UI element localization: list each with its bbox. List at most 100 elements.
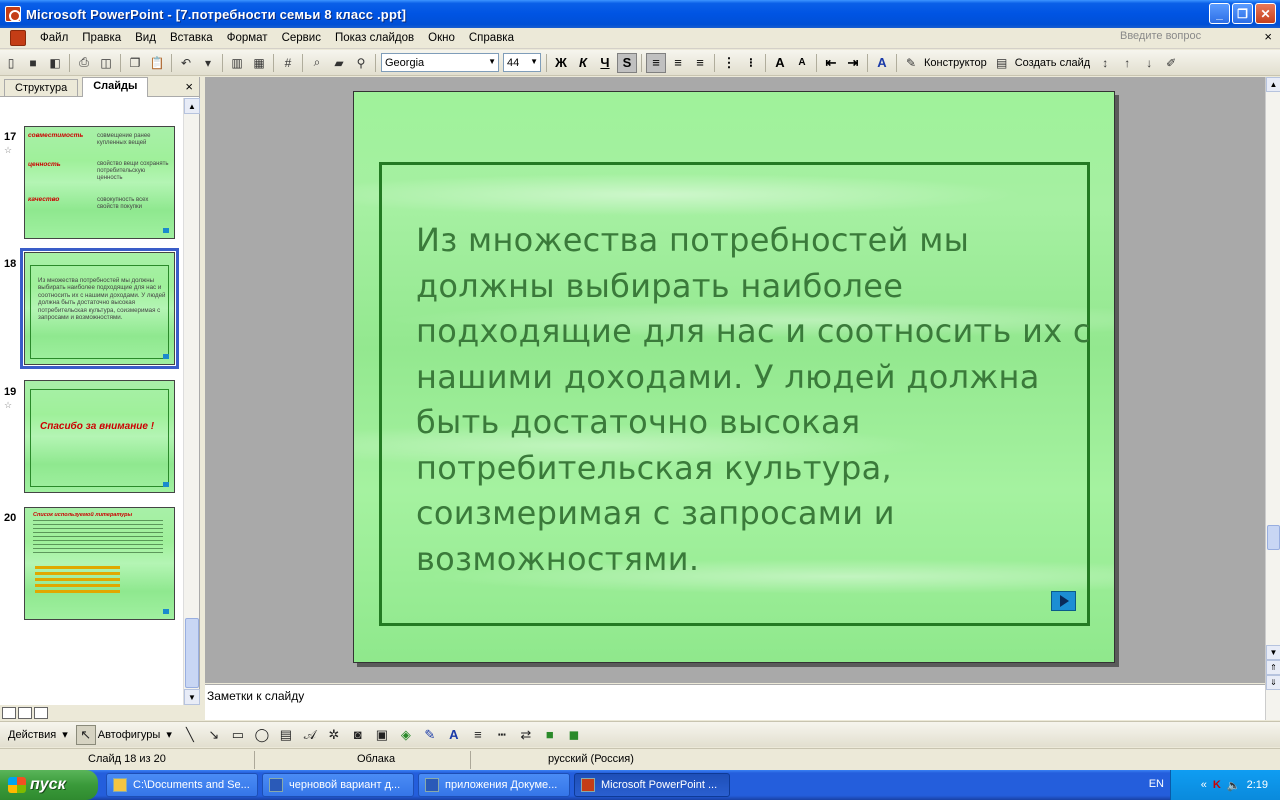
clock[interactable]: 2:19 (1247, 779, 1268, 791)
normal-view-icon[interactable] (2, 707, 16, 719)
clipart-icon[interactable]: ◙ (348, 725, 368, 745)
volume-icon[interactable]: 🔈 (1227, 779, 1241, 792)
document-icon[interactable] (10, 30, 26, 46)
slide-thumbnail-17[interactable]: совместимость совмещение ранее купленных… (24, 126, 175, 239)
decrease-font-icon[interactable]: A (792, 53, 812, 73)
shadow-style-icon[interactable]: ■ (540, 725, 560, 745)
dash-style-icon[interactable]: ┅ (492, 725, 512, 745)
line-style-icon[interactable]: ≡ (468, 725, 488, 745)
menu-file[interactable]: Файл (34, 32, 76, 44)
next-slide-icon[interactable]: ⇓ (1266, 675, 1280, 690)
increase-indent-icon[interactable]: ⇥ (843, 53, 863, 73)
pane-close-icon[interactable]: × (185, 79, 193, 94)
scroll-down-icon[interactable]: ▼ (1266, 645, 1280, 660)
select-pointer-icon[interactable]: ↖ (75, 724, 96, 745)
tab-outline[interactable]: Структура (4, 79, 79, 96)
slide-thumbnail-20[interactable]: Список используемой литературы (24, 507, 175, 620)
current-slide[interactable]: Из множества потребностей мы должны выби… (353, 91, 1115, 663)
align-left-icon[interactable]: ≡ (646, 52, 666, 73)
zoom-icon[interactable]: ⌕ (308, 54, 326, 72)
slide-sorter-icon[interactable] (18, 707, 32, 719)
paste-icon[interactable]: 📋 (148, 54, 166, 72)
new-slide-icon[interactable]: ▤ (993, 54, 1011, 72)
move-up-icon[interactable]: ↑ (1118, 54, 1136, 72)
slide-thumbnail-18[interactable]: Из множества потребностей мы должны выби… (24, 252, 175, 365)
decrease-indent-icon[interactable]: ⇤ (821, 53, 841, 73)
tray-arrow-icon[interactable]: « (1201, 779, 1207, 791)
menu-slideshow[interactable]: Показ слайдов (329, 32, 422, 44)
shadow-button[interactable]: S (617, 52, 637, 73)
insert-table-icon[interactable]: ▦ (250, 54, 268, 72)
help-question-input[interactable]: Введите вопрос (1116, 30, 1254, 46)
font-size-select[interactable]: 44 ▼ (503, 53, 541, 72)
slideshow-view-icon[interactable] (34, 707, 48, 719)
designer-icon[interactable]: ✎ (902, 54, 920, 72)
font-color-icon[interactable]: A (444, 725, 464, 745)
slide-thumbnail-19[interactable]: Спасибо за внимание ! (24, 380, 175, 493)
diagram-icon[interactable]: ✲ (324, 725, 344, 745)
slide-scrollbar[interactable]: ▲ ▼ ⇑ ⇓ (1265, 77, 1280, 720)
next-slide-action-button[interactable] (1051, 591, 1076, 611)
font-name-select[interactable]: Georgia ▼ (381, 53, 499, 72)
menu-tools[interactable]: Сервис (276, 32, 329, 44)
designer-button[interactable]: Конструктор (924, 57, 987, 69)
antivirus-icon[interactable]: K (1213, 779, 1221, 791)
line-color-icon[interactable]: ✎ (420, 725, 440, 745)
taskbar-item-word-appendix[interactable]: приложения Докуме... (418, 773, 570, 797)
previous-slide-icon[interactable]: ⇑ (1266, 660, 1280, 675)
line-icon[interactable]: ╲ (180, 725, 200, 745)
scroll-down-icon[interactable]: ▼ (184, 689, 200, 705)
close-button[interactable]: ✕ (1255, 3, 1276, 24)
actions-menu[interactable]: Действия (8, 729, 56, 741)
increase-font-icon[interactable]: A (770, 53, 790, 73)
numbering-icon[interactable]: ⋮ (719, 53, 739, 73)
language-indicator[interactable]: EN (1149, 778, 1164, 790)
new-slide-button[interactable]: Создать слайд (1015, 57, 1090, 69)
insert-chart-icon[interactable]: ▥ (228, 54, 246, 72)
align-right-icon[interactable]: ≡ (690, 53, 710, 73)
grid-icon[interactable]: # (279, 54, 297, 72)
bullets-icon[interactable]: ⁝ (741, 53, 761, 73)
line-spacing-icon[interactable]: ↕ (1096, 54, 1114, 72)
rectangle-icon[interactable]: ▭ (228, 725, 248, 745)
textbox-icon[interactable]: ▤ (276, 725, 296, 745)
minimize-button[interactable]: _ (1209, 3, 1230, 24)
taskbar-item-word-draft[interactable]: черновой вариант д... (262, 773, 414, 797)
undo-icon[interactable]: ↶ (177, 54, 195, 72)
start-button[interactable]: пуск (0, 770, 98, 800)
fill-color-icon[interactable]: ◈ (396, 725, 416, 745)
scroll-thumb[interactable] (185, 618, 199, 688)
scroll-up-icon[interactable]: ▲ (184, 98, 200, 114)
autoshapes-menu[interactable]: Автофигуры (98, 729, 161, 741)
print-preview-icon[interactable]: ◫ (97, 54, 115, 72)
notes-pane[interactable]: Заметки к слайду (205, 684, 1265, 720)
italic-button[interactable]: К (573, 53, 593, 73)
copy-icon[interactable]: ❐ (126, 54, 144, 72)
menu-edit[interactable]: Правка (76, 32, 129, 44)
arrow-icon[interactable]: ↘ (204, 725, 224, 745)
scroll-up-icon[interactable]: ▲ (1266, 77, 1280, 92)
menu-help[interactable]: Справка (463, 32, 522, 44)
3d-style-icon[interactable]: ◼ (564, 725, 584, 745)
save-icon[interactable]: ■ (24, 54, 42, 72)
format-painter-icon[interactable]: ✐ (1162, 54, 1180, 72)
picture-icon[interactable]: ▣ (372, 725, 392, 745)
taskbar-item-powerpoint[interactable]: Microsoft PowerPoint ... (574, 773, 730, 797)
new-document-icon[interactable]: ▯ (2, 54, 20, 72)
permission-icon[interactable]: ◧ (46, 54, 64, 72)
scroll-thumb[interactable] (1267, 525, 1280, 550)
help-close-icon[interactable]: × (1264, 29, 1272, 44)
menu-view[interactable]: Вид (129, 32, 164, 44)
font-color-icon[interactable]: A (872, 53, 892, 73)
underline-button[interactable]: Ч (595, 53, 615, 73)
open-folder-icon[interactable]: ▰ (330, 54, 348, 72)
bold-button[interactable]: Ж (551, 53, 571, 73)
menu-window[interactable]: Окно (422, 32, 463, 44)
redo-icon[interactable]: ▾ (199, 54, 217, 72)
oval-icon[interactable]: ◯ (252, 725, 272, 745)
taskbar-item-explorer[interactable]: C:\Documents and Se... (106, 773, 258, 797)
menu-insert[interactable]: Вставка (164, 32, 221, 44)
powerpoint-app-icon[interactable] (5, 6, 21, 22)
menu-format[interactable]: Формат (221, 32, 276, 44)
print-icon[interactable]: ⎙ (75, 54, 93, 72)
